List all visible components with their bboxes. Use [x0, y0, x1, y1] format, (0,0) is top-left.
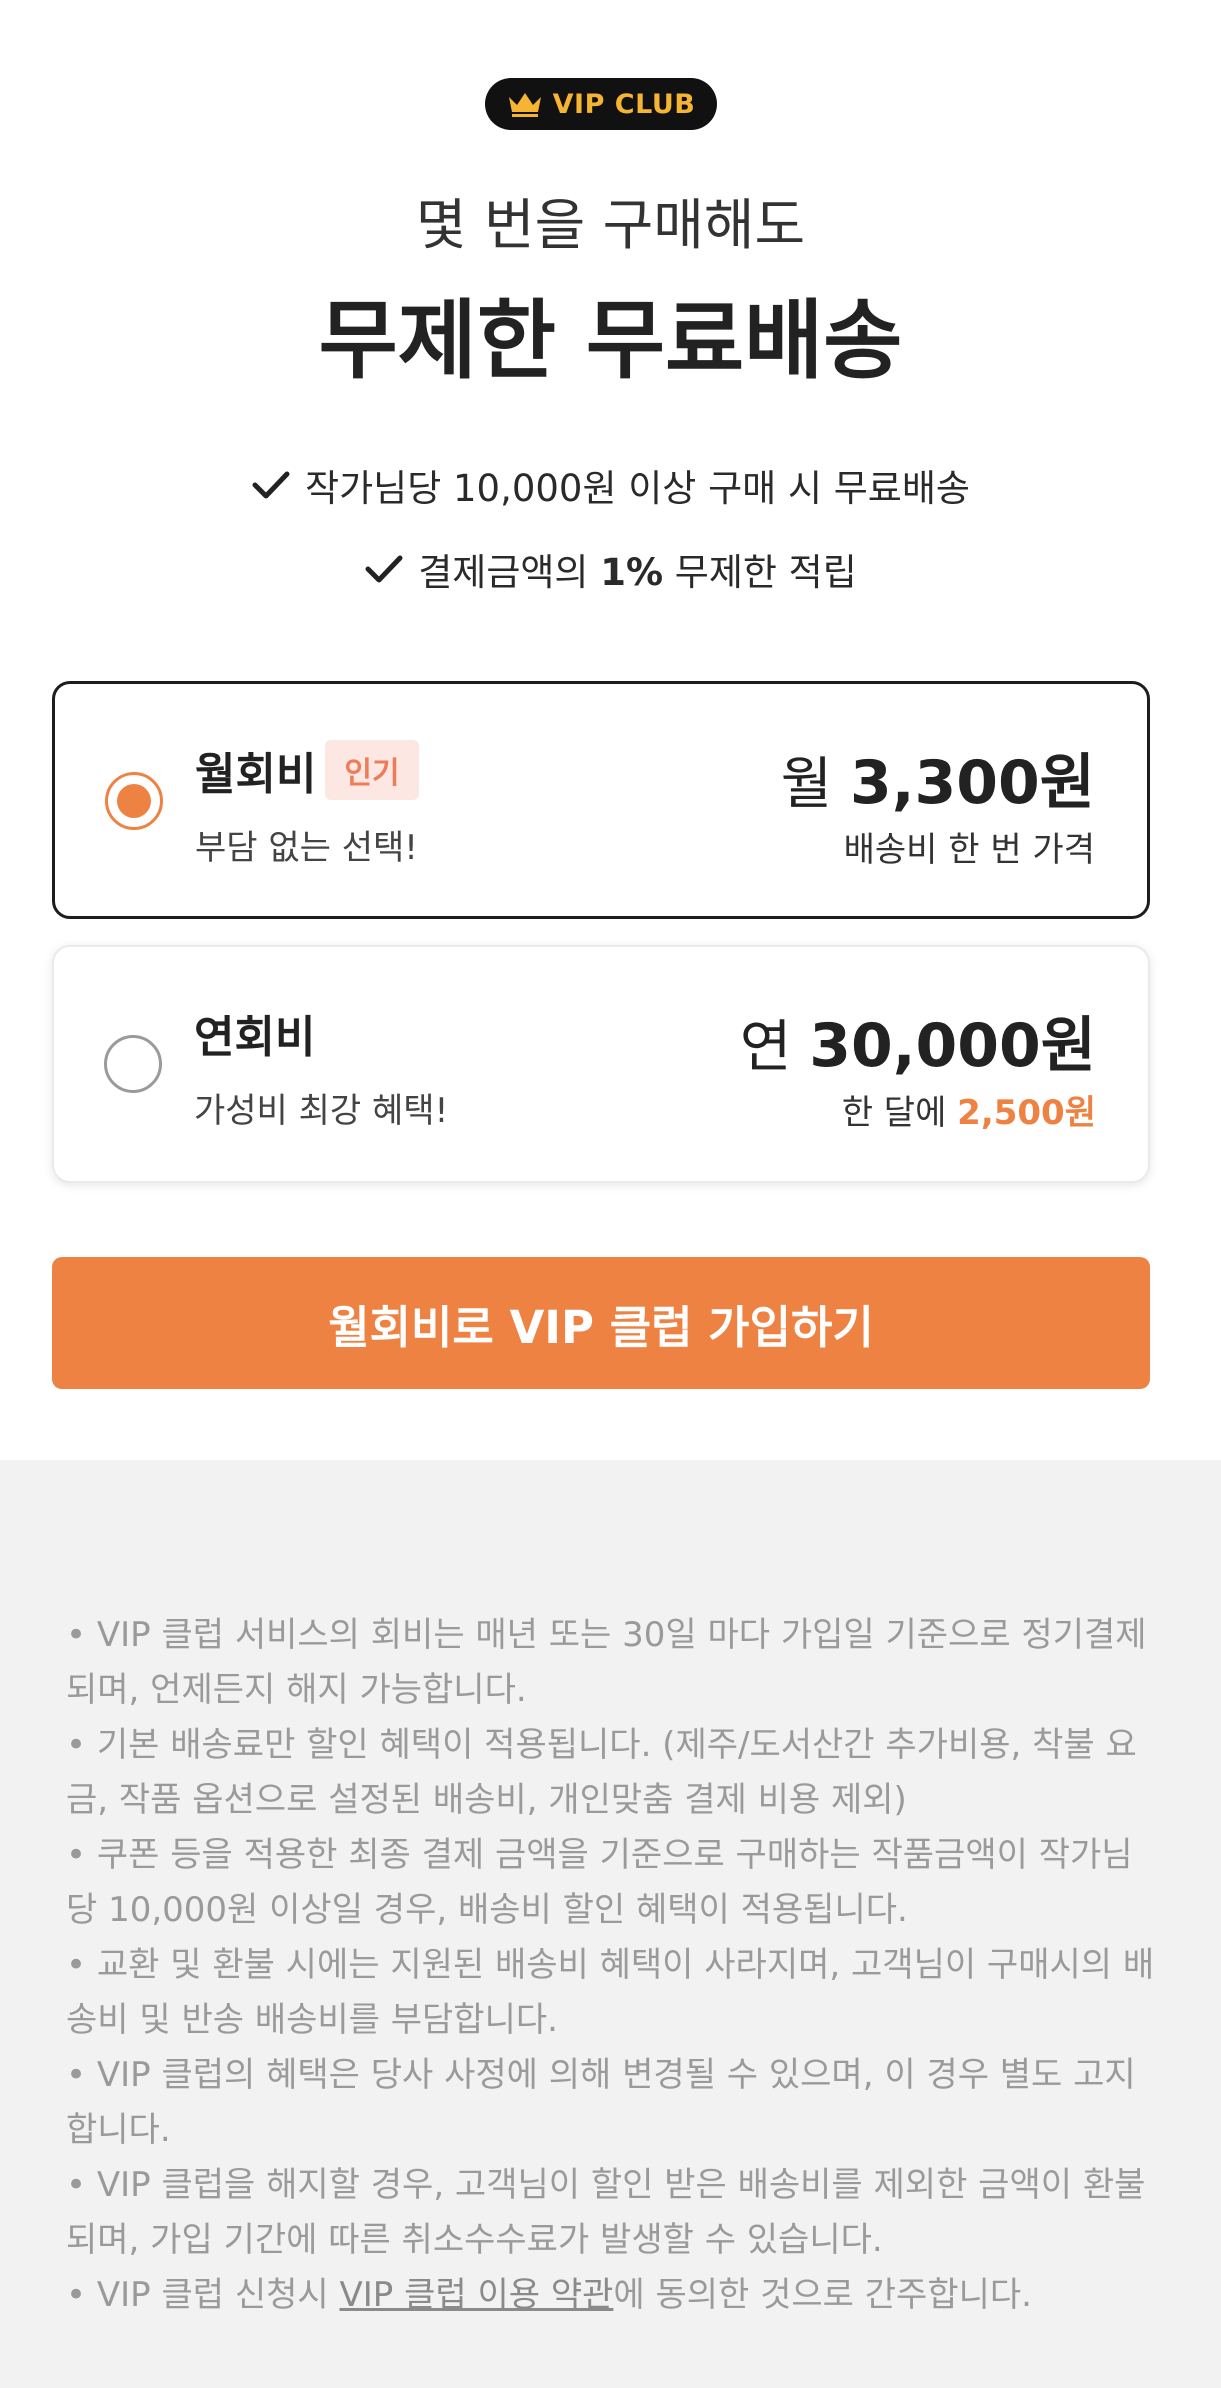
price-unit: 원	[1040, 1011, 1096, 1081]
benefit-text-prefix: 결제금액의	[418, 551, 601, 594]
benefit-free-shipping: 작가님당 10,000원 이상 구매 시 무료배송	[0, 458, 1221, 512]
page-title: 무제한 무료배송	[318, 291, 903, 391]
price-amount: 30,000	[809, 1011, 1041, 1081]
monthly-equivalent-price: 2,500원	[957, 1093, 1096, 1133]
plan-name: 월회비	[195, 749, 317, 800]
plan-name: 연회비	[194, 1012, 316, 1063]
notice-item: • 기본 배송료만 할인 혜택이 적용됩니다. (제주/도서산간 추가비용, 착…	[66, 1725, 1137, 1820]
notice-item: • VIP 클럽의 혜택은 당사 사정에 의해 변경될 수 있으며, 이 경우 …	[66, 2055, 1136, 2150]
badge-label: VIP CLUB	[552, 88, 696, 120]
notice-item-terms: • VIP 클럽 신청시 VIP 클럽 이용 약관에 동의한 것으로 간주합니다…	[66, 2268, 1161, 2323]
benefit-text: 결제금액의 1% 무제한 적립	[418, 542, 857, 596]
price-unit: 원	[1039, 748, 1095, 818]
page-subtitle: 몇 번을 구매해도	[415, 193, 806, 257]
benefit-highlight: 1%	[600, 551, 664, 594]
notice-item: • 쿠폰 등을 적용한 최종 결제 금액을 기준으로 구매하는 작품금액이 작가…	[66, 1835, 1133, 1930]
notice-terms-prefix: • VIP 클럽 신청시	[66, 2275, 340, 2315]
notice-item: • VIP 클럽을 해지할 경우, 고객님이 할인 받은 배송비를 제외한 금액…	[66, 2165, 1146, 2260]
vip-club-badge: VIP CLUB	[485, 78, 717, 130]
plan-price-note: 배송비 한 번 가격	[844, 822, 1095, 871]
popular-tag: 인기	[325, 740, 419, 800]
price-prefix: 월	[780, 752, 850, 817]
plan-price: 월 3,300원	[781, 734, 1095, 821]
plan-description: 부담 없는 선택!	[195, 828, 418, 868]
benefit-text-suffix: 무제한 적립	[663, 551, 857, 594]
notice-item: • VIP 클럽 서비스의 회비는 매년 또는 30일 마다 가입일 기준으로 …	[66, 1615, 1147, 1710]
benefit-point-reward: 결제금액의 1% 무제한 적립	[0, 542, 1221, 596]
terms-link[interactable]: VIP 클럽 이용 약관	[339, 2275, 613, 2315]
notice-item: • 교환 및 환불 시에는 지원된 배송비 혜택이 사라지며, 고객님이 구매시…	[66, 1945, 1155, 2040]
vip-club-page: VIP CLUB 몇 번을 구매해도 무제한 무료배송 작가님당 10,000원…	[0, 0, 1221, 2388]
price-note-text: 한 달에	[841, 1093, 958, 1133]
plan-price-note: 한 달에 2,500원	[842, 1085, 1096, 1134]
check-icon	[252, 471, 290, 499]
plan-card-monthly[interactable]: 월회비 인기 부담 없는 선택! 월 3,300원 배송비 한 번 가격	[52, 681, 1150, 919]
vip-intro-section: VIP CLUB 몇 번을 구매해도 무제한 무료배송 작가님당 10,000원…	[0, 0, 1221, 1460]
price-amount: 3,300	[850, 748, 1040, 818]
radio-selected[interactable]	[105, 772, 163, 830]
plan-price: 연 30,000원	[740, 997, 1096, 1084]
benefit-text-prefix: 작가님당 10,000원 이상 구매 시 무료배송	[305, 467, 970, 510]
plan-card-yearly[interactable]: 연회비 가성비 최강 혜택! 연 30,000원 한 달에 2,500원	[52, 945, 1150, 1183]
radio-unselected[interactable]	[104, 1035, 162, 1093]
join-vip-button[interactable]: 월회비로 VIP 클럽 가입하기	[52, 1257, 1150, 1389]
benefit-text: 작가님당 10,000원 이상 구매 시 무료배송	[305, 458, 970, 512]
price-note-text: 배송비 한 번 가격	[843, 830, 1095, 870]
price-prefix: 연	[739, 1015, 810, 1080]
plan-description: 가성비 최강 혜택!	[194, 1091, 449, 1131]
notice-section: • VIP 클럽 서비스의 회비는 매년 또는 30일 마다 가입일 기준으로 …	[0, 1460, 1221, 2388]
crown-icon	[508, 93, 541, 117]
check-icon	[365, 555, 403, 583]
notice-terms-suffix: 에 동의한 것으로 간주합니다.	[613, 2275, 1032, 2315]
